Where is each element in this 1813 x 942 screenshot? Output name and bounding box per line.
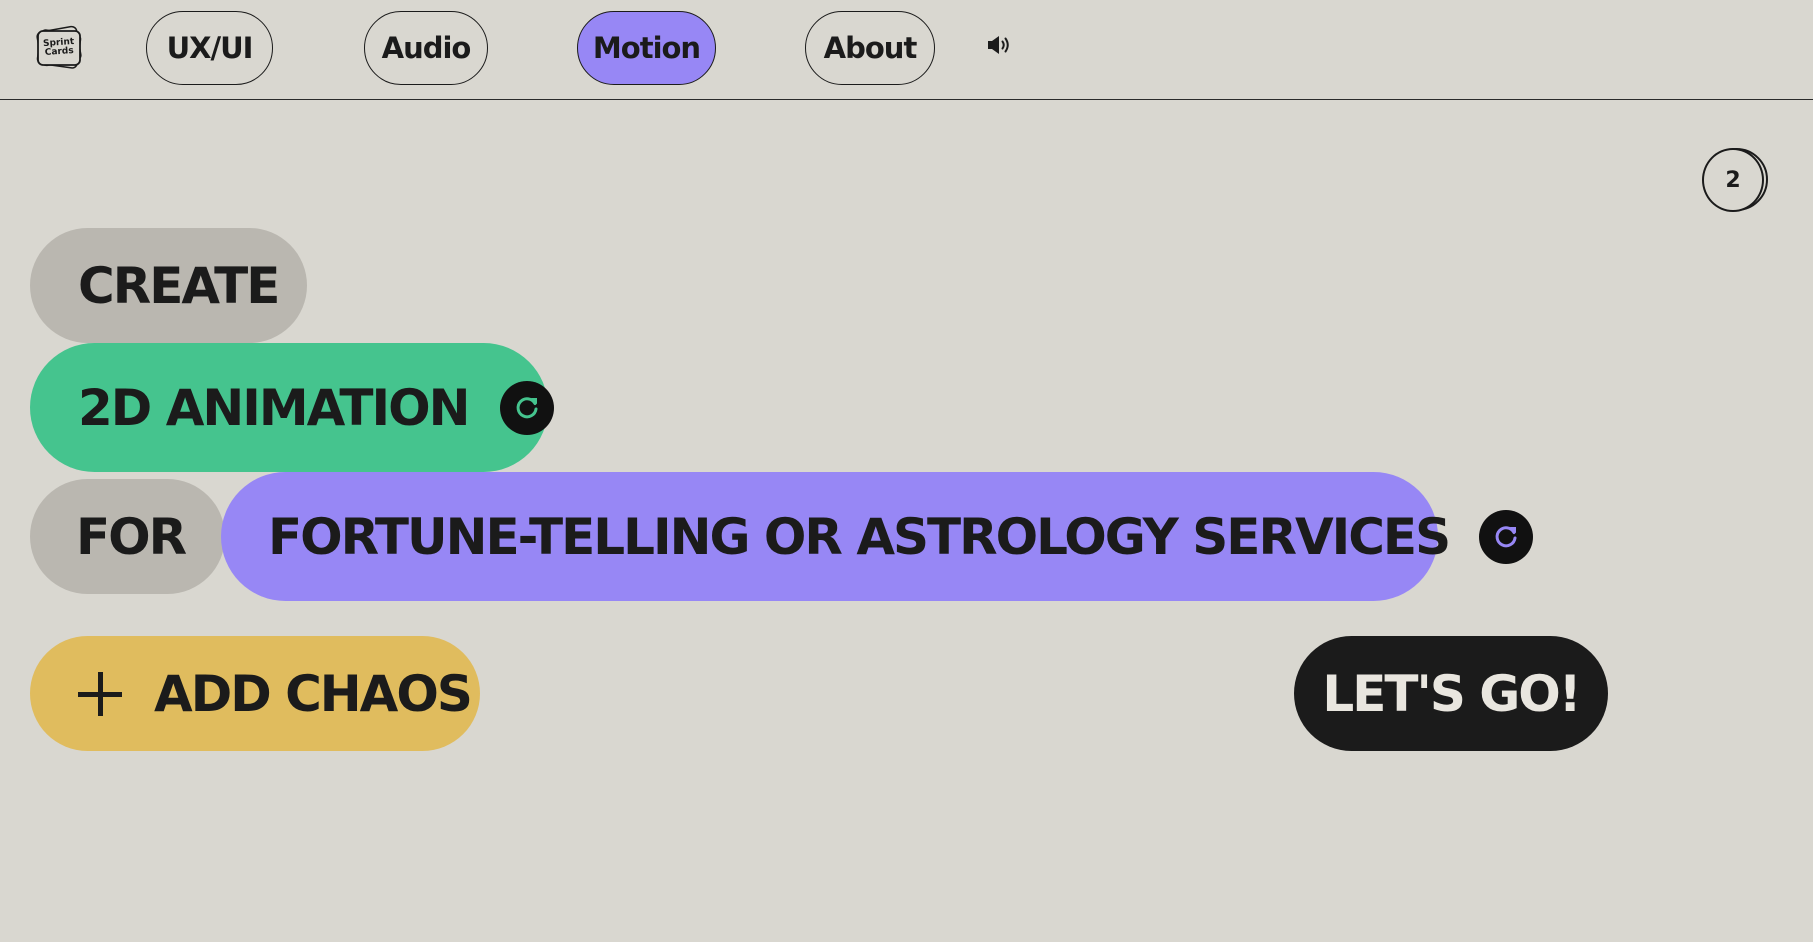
card-counter-badge: 2 <box>1702 148 1768 212</box>
counter-value: 2 <box>1702 148 1764 212</box>
add-chaos-label: ADD CHAOS <box>154 664 473 723</box>
lets-go-label: LET'S GO! <box>1322 664 1581 723</box>
shuffle-subject-button[interactable] <box>500 380 555 435</box>
shuffle-target-button[interactable] <box>1479 509 1534 564</box>
nav-tab-audio[interactable]: Audio <box>364 11 488 85</box>
refresh-icon <box>517 396 538 418</box>
sprint-cards-logo[interactable]: Sprint Cards <box>33 25 85 71</box>
connector-pill: FOR <box>30 479 225 594</box>
verb-pill: CREATE <box>30 228 307 343</box>
logo-line-2: Cards <box>44 45 75 58</box>
nav-tab-about[interactable]: About <box>805 11 935 85</box>
target-label: FORTUNE-TELLING OR ASTROLOGY SERVICES <box>268 507 1451 566</box>
subject-label: 2D ANIMATION <box>78 378 470 437</box>
subject-pill: 2D ANIMATION <box>30 343 555 472</box>
logo-wordmark: Sprint Cards <box>31 23 86 73</box>
top-navigation-bar: Sprint Cards UX/UI Audio Motion About <box>0 0 1813 100</box>
target-pill: FORTUNE-TELLING OR ASTROLOGY SERVICES <box>221 472 1534 601</box>
nav-tab-motion[interactable]: Motion <box>577 11 716 85</box>
nav-tab-ux-ui[interactable]: UX/UI <box>146 11 273 85</box>
connector-label: FOR <box>76 507 187 566</box>
verb-label: CREATE <box>78 256 280 315</box>
refresh-icon <box>1495 525 1517 547</box>
plus-icon <box>78 671 122 716</box>
speaker-icon[interactable] <box>986 32 1014 58</box>
lets-go-button[interactable]: LET'S GO! <box>1294 636 1608 751</box>
add-chaos-button[interactable]: ADD CHAOS <box>30 636 480 751</box>
